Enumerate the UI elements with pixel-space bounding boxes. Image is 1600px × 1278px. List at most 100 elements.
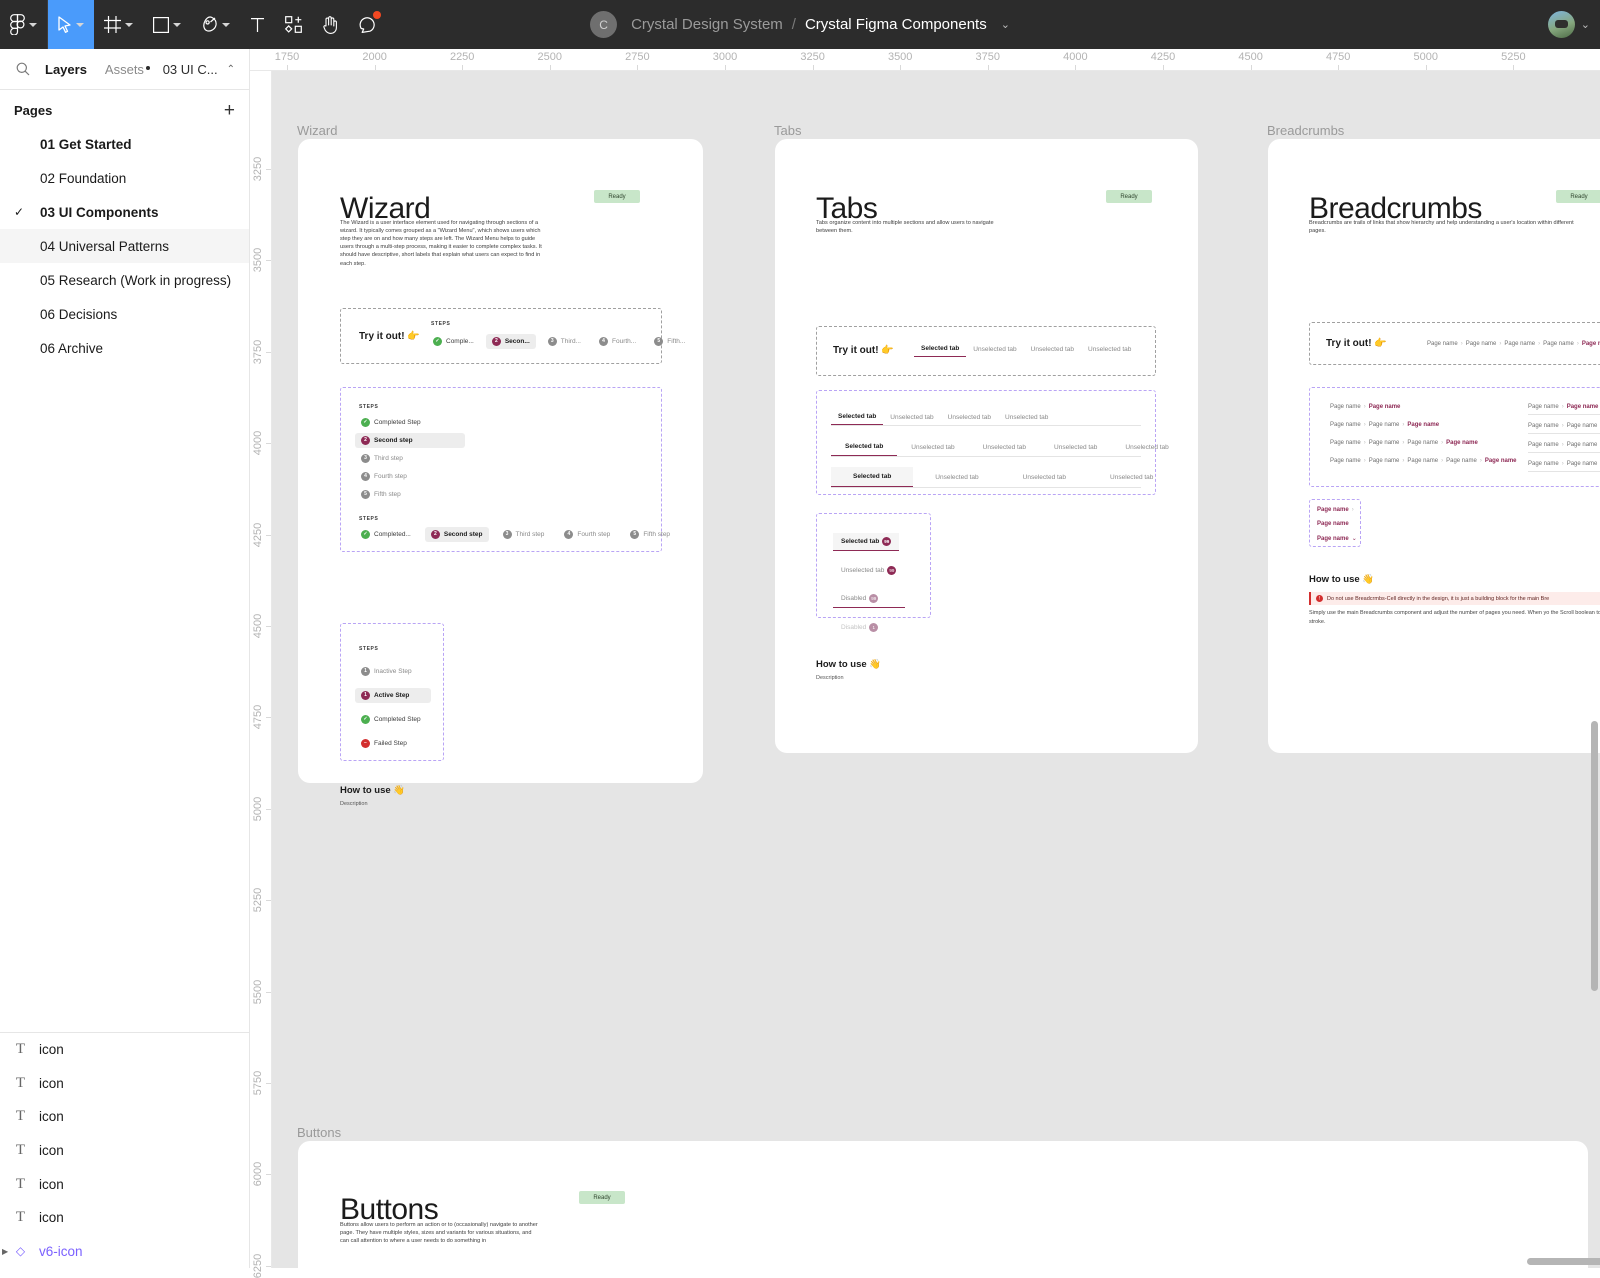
tab-assets[interactable]: Assets xyxy=(96,62,153,77)
wizard-step[interactable]: 3 Third... xyxy=(542,334,587,349)
breadcrumb-row[interactable]: Page name › Page name xyxy=(1528,461,1600,472)
page-item-06-archive[interactable]: 06 Archive xyxy=(0,331,249,365)
frame-wizard[interactable]: Wizard Ready The Wizard is a user interf… xyxy=(298,139,703,807)
frame-tabs[interactable]: Tabs Ready Tabs organize content into mu… xyxy=(775,139,1198,753)
breadcrumb-item[interactable]: Page name xyxy=(1528,404,1559,410)
breadcrumb-item[interactable]: Page name xyxy=(1330,422,1361,428)
tab-unselected[interactable]: Unselected tab xyxy=(969,439,1040,456)
wizard-step[interactable]: 5 Fifth... xyxy=(648,334,691,349)
tab-row-try[interactable]: Selected tab Unselected tab Unselected t… xyxy=(914,341,1138,357)
wizard-step[interactable]: 4 Fourth... xyxy=(593,334,642,349)
user-menu-chevron-icon[interactable]: ⌄ xyxy=(1581,18,1590,31)
breadcrumb-cell[interactable]: Page name › xyxy=(1317,507,1360,513)
breadcrumb-row[interactable]: Page name › Page name › Page name › Page… xyxy=(1330,440,1517,446)
expand-triangle-icon[interactable]: ▶ xyxy=(2,1247,8,1256)
wizard-step[interactable]: 5 Fifth step xyxy=(355,487,465,502)
wizard-step[interactable]: 2 Second step xyxy=(424,527,489,542)
frame-label-buttons[interactable]: Buttons xyxy=(297,1125,341,1140)
tab-unselected[interactable]: Unselected tab xyxy=(1040,439,1111,456)
breadcrumb-item[interactable]: Page name xyxy=(1407,440,1438,446)
layer-row[interactable]: T icon xyxy=(0,1201,249,1235)
tab-layers[interactable]: Layers xyxy=(36,62,96,77)
breadcrumb-item[interactable]: Page name xyxy=(1446,458,1477,464)
frame-buttons[interactable]: Buttons Ready Buttons allow users to per… xyxy=(298,1141,1588,1268)
breadcrumb-row[interactable]: Page name › Page name xyxy=(1330,404,1517,410)
file-name[interactable]: Crystal Figma Components xyxy=(805,16,987,33)
tab-row-large[interactable]: Selected tab Unselected tab Unselected t… xyxy=(831,467,1153,488)
text-tool-button[interactable] xyxy=(240,0,275,49)
page-item-02-foundation[interactable]: 02 Foundation xyxy=(0,161,249,195)
tab-unselected[interactable]: Unselected tab xyxy=(941,410,998,425)
wizard-step[interactable]: − Failed Step xyxy=(355,736,431,751)
wizard-step[interactable]: ✓ Completed Step xyxy=(355,415,465,430)
try-it-out-box[interactable]: Try it out! 👉 Page name › Page name › Pa… xyxy=(1309,322,1600,365)
breadcrumb-row[interactable]: Page name › Page name › Page name xyxy=(1330,422,1517,428)
comment-tool-button[interactable] xyxy=(349,0,387,49)
breadcrumb-item[interactable]: Page name xyxy=(1528,442,1559,448)
page-item-01-get-started[interactable]: 01 Get Started xyxy=(0,127,249,161)
page-item-03-ui-components[interactable]: ✓ 03 UI Components xyxy=(0,195,249,229)
frame-tool-button[interactable] xyxy=(94,0,143,49)
page-selector[interactable]: 03 UI C... ⌃ xyxy=(163,62,239,77)
wizard-step-states-box[interactable]: STEPS 1 Inactive Step 1 Active Step ✓ Co… xyxy=(340,623,444,761)
breadcrumb-row[interactable]: Page name › Page name xyxy=(1528,404,1600,415)
breadcrumb-row[interactable]: Page name › Page name xyxy=(1528,442,1600,453)
wizard-steps-spec-box[interactable]: STEPS ✓ Completed Step 2 Second step 3 T… xyxy=(340,387,670,552)
breadcrumb-item[interactable]: Page name xyxy=(1427,341,1458,347)
breadcrumb-item[interactable]: Page name xyxy=(1330,404,1361,410)
breadcrumb-item[interactable]: Page name xyxy=(1543,341,1574,347)
wizard-step-states-list[interactable]: 1 Inactive Step 1 Active Step ✓ Complete… xyxy=(355,664,431,751)
breadcrumb-item[interactable]: Page name xyxy=(1407,458,1438,464)
frame-label-wizard[interactable]: Wizard xyxy=(297,123,337,138)
figma-canvas[interactable]: Wizard Wizard Ready The Wizard is a user… xyxy=(272,71,1600,1268)
pen-tool-button[interactable] xyxy=(191,0,240,49)
user-avatar[interactable] xyxy=(1547,11,1575,38)
breadcrumb-cell-box[interactable]: Page name › Page name Page name ⌄ xyxy=(1309,499,1361,547)
tab-row-medium[interactable]: Selected tab Unselected tab Unselected t… xyxy=(831,438,1169,457)
wizard-step[interactable]: 2 Secon... xyxy=(485,334,536,349)
search-icon[interactable] xyxy=(10,62,36,76)
tab-unselected[interactable]: Unselected tab xyxy=(1081,342,1138,357)
breadcrumb-item[interactable]: Page name xyxy=(1567,461,1598,467)
tab-unselected[interactable]: Unselected tab xyxy=(1111,439,1182,456)
layer-row[interactable]: T icon xyxy=(0,1134,249,1168)
breadcrumb-item[interactable]: Page name xyxy=(1466,341,1497,347)
wizard-step-row-try[interactable]: ✓ Comple... 2 Secon... 3 Third... 4 Four… xyxy=(427,334,691,349)
tab-unselected[interactable]: Unselected tab xyxy=(1024,342,1081,357)
tab-selected[interactable]: Selected tab xyxy=(831,438,898,456)
wizard-step[interactable]: 4 Fourth step xyxy=(558,527,616,542)
frame-breadcrumbs[interactable]: Breadcrumbs Ready Breadcrumbs are trails… xyxy=(1268,139,1600,753)
wizard-step[interactable]: 1 Inactive Step xyxy=(355,664,431,679)
breadcrumb-cell[interactable]: Page name ⌄ xyxy=(1317,535,1360,543)
wizard-step-row-horizontal[interactable]: ✓ Completed... 2 Second step 3 Third ste… xyxy=(355,527,676,542)
tab-unselected[interactable]: Unselected tab xyxy=(998,410,1055,425)
tab-unselected[interactable]: Unselected tab xyxy=(966,342,1023,357)
wizard-step[interactable]: 1 Active Step xyxy=(355,688,431,703)
wizard-step[interactable]: 3 Third step xyxy=(497,527,551,542)
team-name[interactable]: Crystal Design System xyxy=(631,16,783,33)
tab-unselected[interactable]: Unselected tab xyxy=(1088,468,1175,487)
tab-unselected[interactable]: Unselected tab xyxy=(913,468,1000,487)
horizontal-scrollbar[interactable] xyxy=(1527,1258,1600,1265)
layer-row[interactable]: T icon xyxy=(0,1100,249,1134)
try-it-out-box[interactable]: Try it out! 👉 STEPS ✓ Comple... 2 Secon.… xyxy=(340,308,685,364)
layer-row[interactable]: T icon xyxy=(0,1167,249,1201)
try-it-out-box[interactable]: Try it out! 👉 Selected tab Unselected ta… xyxy=(816,326,1156,376)
breadcrumb-item[interactable]: Page name xyxy=(1567,423,1598,429)
breadcrumb-item[interactable]: Page name xyxy=(1369,440,1400,446)
breadcrumb-cell[interactable]: Page name xyxy=(1317,521,1360,527)
tab-selected[interactable]: Selected tab xyxy=(831,409,884,425)
move-tool-button[interactable] xyxy=(48,0,94,49)
shape-tool-button[interactable] xyxy=(143,0,191,49)
page-item-04-universal-patterns[interactable]: 04 Universal Patterns xyxy=(0,229,249,263)
breadcrumb-item[interactable]: Page name xyxy=(1567,442,1598,448)
add-page-button[interactable]: + xyxy=(224,101,235,120)
tab-disabled-underline-with-badge[interactable]: Disabled 99 xyxy=(833,590,905,608)
components-tool-button[interactable] xyxy=(275,0,312,49)
breadcrumb-item[interactable]: Page name xyxy=(1528,423,1559,429)
frame-label-breadcrumbs[interactable]: Breadcrumbs xyxy=(1267,123,1344,138)
wizard-step[interactable]: ✓ Comple... xyxy=(427,334,480,349)
tab-unselected[interactable]: Unselected tab xyxy=(1001,468,1088,487)
tab-badge-list[interactable]: Selected tab 99 Unselected tab 99 Disabl… xyxy=(833,530,930,636)
breadcrumb-item[interactable]: Page name xyxy=(1369,422,1400,428)
